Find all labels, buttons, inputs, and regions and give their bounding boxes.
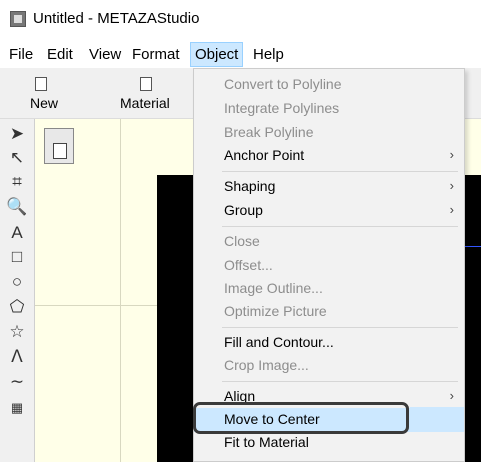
left-toolbox: ➤ ↖ ⌗ 🔍 A □ ○ ⬠ ☆ ᐱ ∼ ▦ [0,119,35,462]
star-tool-icon[interactable]: ☆ [6,321,28,343]
menu-edit[interactable]: Edit [47,46,73,63]
highlight-extension [410,407,464,430]
menu-item-image-outline[interactable]: Image Outline... [194,277,464,301]
menu-view[interactable]: View [89,46,121,63]
submenu-arrow-icon: › [449,178,454,193]
zoom-icon[interactable]: 🔍 [6,196,28,218]
menu-format[interactable]: Format [132,46,180,63]
material-button[interactable]: Material [118,68,188,118]
menu-item-convert-to-polyline[interactable]: Convert to Polyline [194,73,464,97]
menu-separator [222,381,458,382]
polyline-tool-icon[interactable]: ᐱ [6,346,28,368]
canvas-guide-vertical [120,119,121,462]
menu-item-integrate-polylines[interactable]: Integrate Polylines [194,97,464,121]
menu-item-break-polyline[interactable]: Break Polyline [194,121,464,145]
title-bar: Untitled - METAZAStudio [0,0,481,38]
menu-item-close[interactable]: Close [194,230,464,254]
menu-item-fill-and-contour[interactable]: Fill and Contour... [194,331,464,355]
window-title: Untitled - METAZAStudio [33,10,200,27]
rectangle-tool-icon[interactable]: □ [6,246,28,268]
app-icon [10,11,26,27]
menu-help[interactable]: Help [253,46,284,63]
menu-item-offset[interactable]: Offset... [194,254,464,278]
menu-separator [222,226,458,227]
menu-item-optimize-picture[interactable]: Optimize Picture [194,300,464,324]
menu-object[interactable]: Object [190,42,244,67]
select-arrow-icon[interactable]: ➤ [6,123,28,145]
menu-item-anchor-point[interactable]: Anchor Point › [194,144,464,168]
text-tool-icon[interactable]: A [6,222,28,244]
new-button[interactable]: New [20,68,90,118]
material-icon [140,77,152,91]
menu-file[interactable]: File [9,46,33,63]
ellipse-tool-icon[interactable]: ○ [6,271,28,293]
menu-bar: File Edit View Format Object Help [0,38,481,68]
new-button-label: New [30,95,59,111]
material-button-label: Material [120,95,170,111]
curve-tool-icon[interactable]: ∼ [6,371,28,393]
polygon-tool-icon[interactable]: ⬠ [6,296,28,318]
submenu-arrow-icon: › [449,202,454,217]
canvas-blue-guide [465,246,481,247]
menu-item-shaping[interactable]: Shaping › [194,175,464,199]
image-tool-icon[interactable]: ▦ [6,397,28,419]
node-select-icon[interactable]: ↖ [6,147,28,169]
menu-item-group[interactable]: Group › [194,199,464,223]
menu-item-crop-image[interactable]: Crop Image... [194,354,464,378]
crop-icon[interactable]: ⌗ [6,171,28,193]
focus-highlight-ring [193,402,409,434]
menu-separator [222,171,458,172]
new-document-icon [35,77,47,91]
submenu-arrow-icon: › [449,388,454,403]
menu-separator [222,327,458,328]
submenu-arrow-icon: › [449,147,454,162]
menu-item-fit-to-material[interactable]: Fit to Material [194,431,464,455]
material-thumbnail-icon[interactable] [44,128,74,164]
canvas-guide-horizontal [35,305,157,306]
